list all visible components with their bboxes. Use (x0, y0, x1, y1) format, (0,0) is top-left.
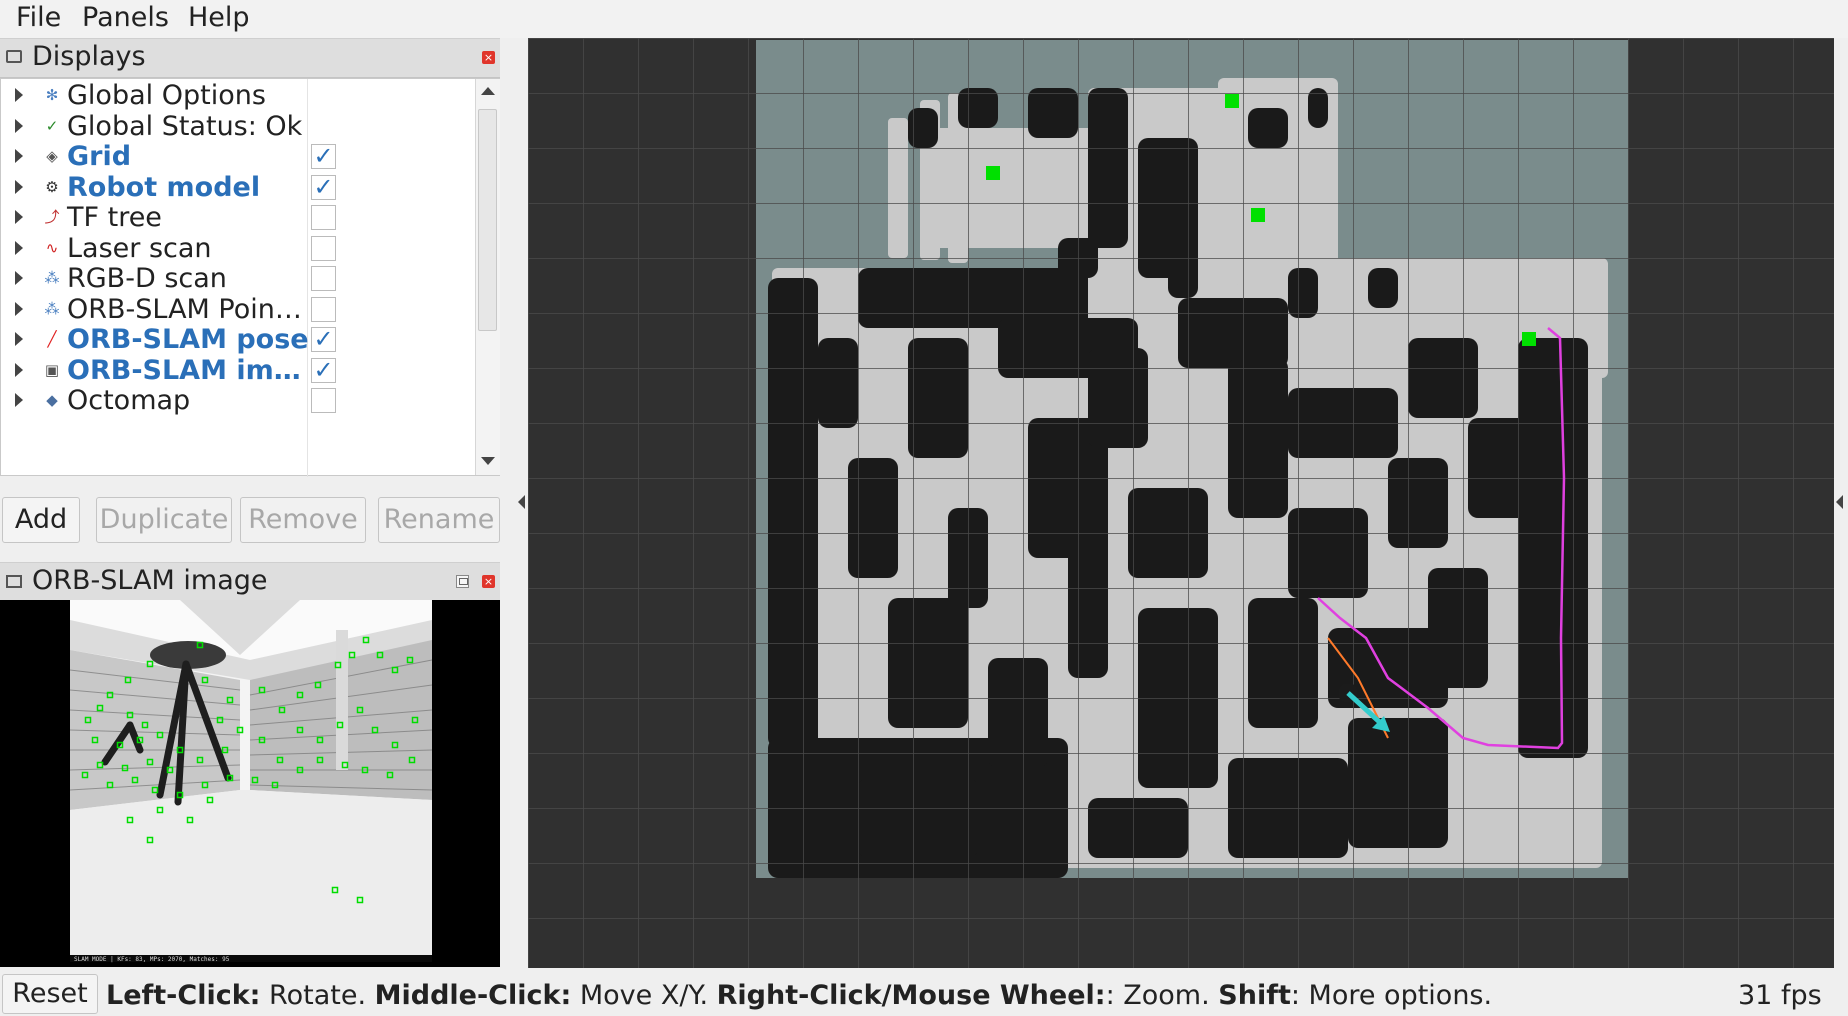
pose-arrow-icon: ╱ (47, 330, 57, 348)
pointcloud-icon: ⁂ (44, 299, 60, 318)
undock-icon[interactable] (456, 575, 469, 588)
display-item-label: TF tree (67, 202, 162, 233)
enable-checkbox[interactable] (311, 205, 336, 230)
close-icon[interactable]: × (482, 575, 495, 588)
enable-checkbox[interactable] (311, 296, 336, 322)
add-button[interactable]: Add (2, 497, 80, 543)
scroll-down-icon[interactable] (481, 457, 495, 465)
orb-slam-image-view: SLAM MODE | KFs: 83, MPs: 2070, Matches:… (0, 600, 500, 967)
enable-checkbox[interactable]: ✓ (311, 327, 336, 352)
image-footer-text: SLAM MODE | KFs: 83, MPs: 2070, Matches:… (74, 956, 230, 963)
display-item-label: RGB-D scan (67, 263, 227, 294)
expand-arrow-icon[interactable] (15, 393, 23, 407)
octomap-icon: ◆ (46, 391, 58, 409)
display-item-label: ORB-SLAM pose (67, 324, 309, 355)
displays-panel-title: Displays (32, 41, 146, 72)
monitor-icon (6, 50, 22, 63)
check-icon: ✓ (45, 116, 59, 135)
expand-arrow-icon[interactable] (15, 301, 23, 316)
expand-arrow-icon[interactable] (15, 118, 23, 133)
close-icon[interactable]: × (482, 51, 495, 64)
status-bar: Reset Left-Click: Rotate. Middle-Click: … (0, 972, 1848, 1016)
expand-arrow-icon[interactable] (15, 149, 23, 163)
enable-checkbox[interactable] (311, 266, 336, 291)
scroll-thumb[interactable] (478, 109, 497, 331)
vertical-scrollbar[interactable] (475, 79, 500, 475)
grid (528, 38, 1834, 968)
image-panel-title: ORB-SLAM image (32, 565, 268, 596)
menu-file[interactable]: File (16, 2, 61, 33)
pointcloud-icon: ⁂ (44, 269, 60, 287)
menu-panels[interactable]: Panels (82, 2, 169, 33)
display-item-label: Octomap (67, 385, 191, 416)
enable-checkbox[interactable] (311, 235, 336, 261)
fps-counter: 31 fps (1738, 980, 1822, 1011)
displays-tree[interactable]: ✻ Global Options ✓ Global Status: Ok ◈ Grid ✓ ⚙… (0, 78, 500, 477)
expand-arrow-icon[interactable] (15, 210, 23, 224)
menu-bar: File Panels Help (0, 0, 1848, 38)
enable-checkbox[interactable]: ✓ (311, 174, 336, 200)
display-item-label: ORB-SLAM im… (67, 354, 301, 386)
display-item-label: Global Status: Ok (67, 110, 303, 142)
image-icon: ▣ (44, 360, 60, 379)
enable-checkbox[interactable]: ✓ (311, 357, 336, 383)
displays-panel-header: Displays × (0, 38, 500, 78)
display-item-label: ORB-SLAM Poin… (67, 293, 302, 325)
collapse-left-icon[interactable] (518, 495, 525, 509)
display-item-label: Global Options (67, 80, 266, 111)
enable-checkbox[interactable]: ✓ (311, 144, 336, 169)
image-panel-header: ORB-SLAM image × (0, 562, 500, 602)
expand-arrow-icon[interactable] (15, 362, 23, 377)
image-icon (6, 575, 22, 588)
scroll-up-icon[interactable] (481, 87, 495, 95)
3d-viewport[interactable] (528, 38, 1834, 968)
enable-checkbox[interactable] (311, 388, 336, 413)
expand-arrow-icon[interactable] (15, 271, 23, 285)
display-item[interactable]: ◆ Octomap (1, 383, 475, 419)
reset-button[interactable]: Reset (2, 974, 98, 1014)
gear-icon: ✻ (45, 86, 59, 104)
robot-icon: ⚙ (45, 177, 59, 196)
display-item-label: Laser scan (67, 232, 212, 264)
collapse-right-icon[interactable] (1836, 495, 1843, 509)
display-item-label: Grid (67, 141, 132, 172)
expand-arrow-icon[interactable] (15, 88, 23, 102)
rename-button[interactable]: Rename (378, 497, 500, 543)
axes-icon: ⤴ (44, 208, 60, 226)
remove-button[interactable]: Remove (240, 497, 366, 543)
display-item-label: Robot model (67, 171, 261, 203)
menu-help[interactable]: Help (188, 2, 250, 33)
expand-arrow-icon[interactable] (15, 240, 23, 255)
laser-icon: ∿ (45, 238, 59, 257)
grid-icon: ◈ (46, 147, 58, 165)
navigation-hint: Left-Click: Rotate. Middle-Click: Move X… (106, 980, 1493, 1011)
expand-arrow-icon[interactable] (15, 332, 23, 346)
duplicate-button[interactable]: Duplicate (96, 497, 232, 543)
expand-arrow-icon[interactable] (15, 179, 23, 194)
